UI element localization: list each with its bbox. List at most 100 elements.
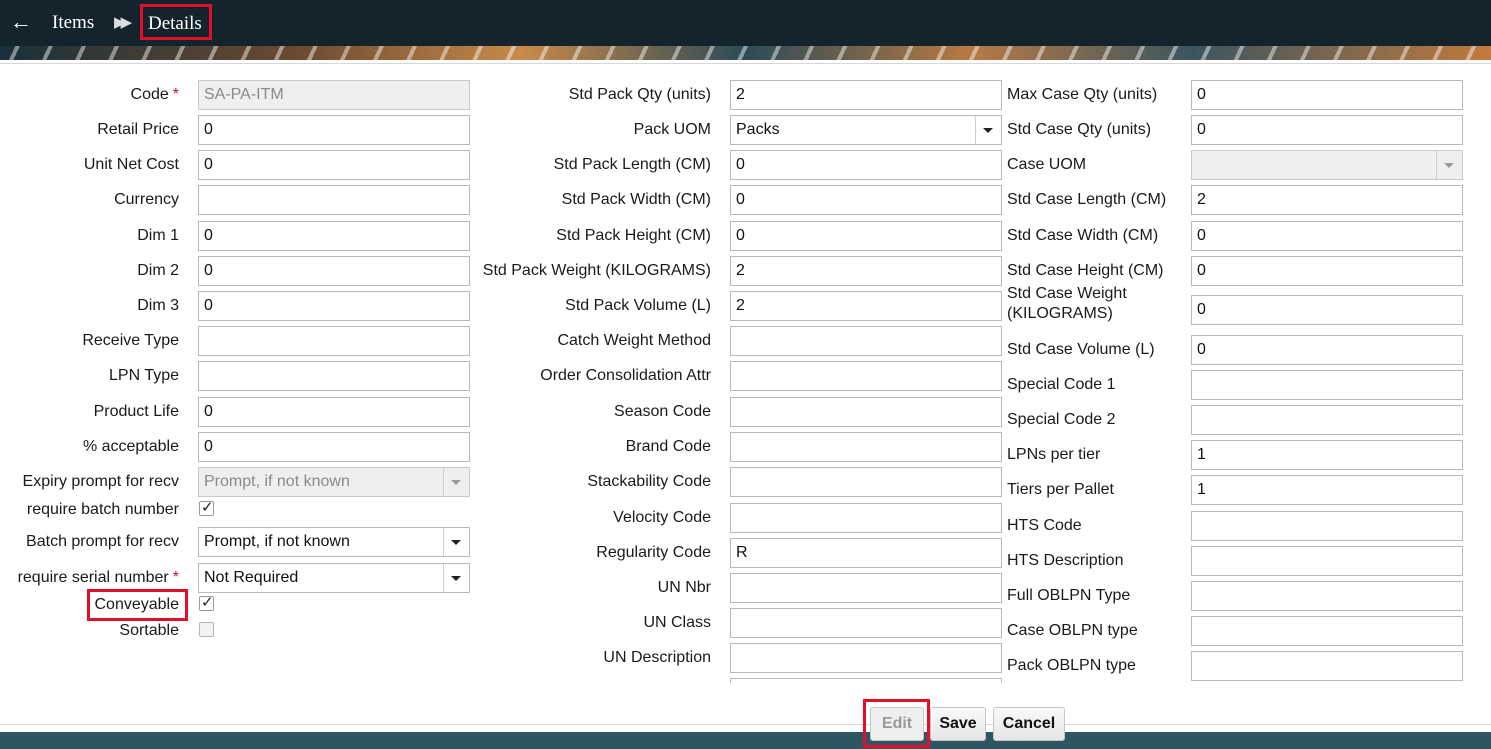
special-code-1-label: Special Code 1 [1007, 375, 1116, 395]
case-uom-select[interactable] [1191, 150, 1463, 180]
un-description-input[interactable] [730, 643, 1002, 673]
product-life-label-text: Product Life [93, 403, 179, 420]
hts-code-input[interactable] [1191, 511, 1463, 541]
std-case-height-cm-input[interactable] [1191, 256, 1463, 286]
season-code-input[interactable] [730, 397, 1002, 427]
acceptable-label-text: % acceptable [82, 438, 179, 455]
lpns-per-tier-label: LPNs per tier [1007, 445, 1100, 465]
order-consolidation-attr-input[interactable] [730, 361, 1002, 391]
un-description-label-text: UN Description [603, 649, 711, 666]
sortable-label: Sortable [119, 621, 179, 641]
tiers-per-pallet-input[interactable] [1191, 475, 1463, 505]
product-life-input[interactable] [198, 397, 470, 427]
require-serial-number-label-text: require serial number [17, 569, 169, 586]
expiry-prompt-for-recv-label-text: Expiry prompt for recv [22, 473, 179, 490]
order-consolidation-attr-label: Order Consolidation Attr [540, 366, 711, 386]
chevron-down-icon[interactable] [975, 116, 1001, 144]
chevron-down-icon[interactable] [443, 468, 469, 496]
full-oblpn-type-input[interactable] [1191, 581, 1463, 611]
special-code-1-input[interactable] [1191, 370, 1463, 400]
std-pack-volume-l-label: Std Pack Volume (L) [565, 296, 711, 316]
std-case-volume-l-input[interactable] [1191, 335, 1463, 365]
code-input[interactable] [198, 80, 470, 110]
required-marker: * [172, 569, 179, 586]
velocity-code-input[interactable] [730, 503, 1002, 533]
dim-1-input[interactable] [198, 221, 470, 251]
footer-bar [0, 732, 1491, 749]
breadcrumb-details: Details [148, 13, 202, 34]
std-pack-width-cm-input[interactable] [730, 185, 1002, 215]
edit-button[interactable]: Edit [870, 707, 924, 741]
retail-price-label-text: Retail Price [97, 121, 179, 138]
chevron-down-icon[interactable] [443, 564, 469, 592]
dim-3-input[interactable] [198, 291, 470, 321]
pack-uom-label: Pack UOM [634, 120, 711, 140]
require-serial-number-select[interactable]: Not Required [198, 563, 470, 593]
conveyable-checkbox[interactable] [199, 593, 214, 611]
stackability-code-input[interactable] [730, 467, 1002, 497]
un-class-input[interactable] [730, 608, 1002, 638]
expiry-prompt-for-recv-select[interactable]: Prompt, if not known [198, 467, 470, 497]
dim-2-input[interactable] [198, 256, 470, 286]
std-pack-qty-units-label-text: Std Pack Qty (units) [568, 86, 711, 103]
std-pack-length-cm-label-text: Std Pack Length (CM) [553, 156, 711, 173]
un-class-label: UN Class [643, 613, 711, 633]
std-case-weight-kilograms-label-text: Std Case Weight (KILOGRAMS) [1007, 285, 1127, 322]
std-pack-length-cm-label: Std Pack Length (CM) [554, 155, 711, 175]
retail-price-input[interactable] [198, 115, 470, 145]
catch-weight-method-input[interactable] [730, 326, 1002, 356]
lpn-type-input[interactable] [198, 361, 470, 391]
un-nbr-label: UN Nbr [658, 578, 711, 598]
max-case-qty-units-label-text: Max Case Qty (units) [1007, 86, 1158, 103]
pack-uom-selected-value: Packs [736, 121, 780, 138]
std-case-width-cm-input[interactable] [1191, 221, 1463, 251]
require-serial-number-label: require serial number * [18, 568, 179, 588]
std-pack-weight-kilograms-input[interactable] [730, 256, 1002, 286]
std-case-qty-units-label: Std Case Qty (units) [1007, 120, 1151, 140]
std-pack-height-cm-label: Std Pack Height (CM) [556, 226, 711, 246]
std-pack-length-cm-input[interactable] [730, 150, 1002, 180]
std-case-qty-units-input[interactable] [1191, 115, 1463, 145]
std-case-width-cm-label: Std Case Width (CM) [1007, 226, 1158, 246]
std-pack-height-cm-input[interactable] [730, 221, 1002, 251]
batch-prompt-for-recv-select[interactable]: Prompt, if not known [198, 527, 470, 557]
std-case-weight-kilograms-input[interactable] [1191, 295, 1463, 325]
save-button[interactable]: Save [930, 707, 986, 741]
std-pack-qty-units-label: Std Pack Qty (units) [569, 85, 711, 105]
code-label-text: Code [130, 86, 169, 103]
std-pack-volume-l-label-text: Std Pack Volume (L) [565, 297, 711, 314]
lpns-per-tier-input[interactable] [1191, 440, 1463, 470]
max-case-qty-units-input[interactable] [1191, 80, 1463, 110]
std-pack-volume-l-input[interactable] [730, 291, 1002, 321]
brand-code-label-text: Brand Code [625, 438, 711, 455]
receive-type-input[interactable] [198, 326, 470, 356]
arrow-left-icon[interactable]: ← [10, 11, 32, 33]
brand-code-input[interactable] [730, 432, 1002, 462]
double-chevron-right-icon: ▶▶ [114, 14, 132, 31]
require-batch-number-checkbox[interactable] [199, 498, 214, 516]
receive-type-label: Receive Type [82, 331, 179, 351]
pack-uom-select[interactable]: Packs [730, 115, 1002, 145]
regularity-code-input[interactable] [730, 538, 1002, 568]
breadcrumb-items[interactable]: Items [52, 12, 94, 34]
special-code-2-input[interactable] [1191, 405, 1463, 435]
velocity-code-label: Velocity Code [613, 508, 711, 528]
unit-net-cost-input[interactable] [198, 150, 470, 180]
chevron-down-icon[interactable] [1436, 151, 1462, 179]
sortable-checkbox[interactable] [199, 622, 214, 637]
hts-description-input[interactable] [1191, 546, 1463, 576]
pack-oblpn-type-label: Pack OBLPN type [1007, 656, 1136, 676]
std-case-length-cm-input[interactable] [1191, 185, 1463, 215]
pack-oblpn-type-input[interactable] [1191, 651, 1463, 681]
case-oblpn-type-input[interactable] [1191, 616, 1463, 646]
std-case-height-cm-label-text: Std Case Height (CM) [1007, 262, 1164, 279]
cancel-button[interactable]: Cancel [993, 707, 1065, 741]
un-nbr-input[interactable] [730, 573, 1002, 603]
std-pack-qty-units-input[interactable] [730, 80, 1002, 110]
std-pack-weight-kilograms-label-text: Std Pack Weight (KILOGRAMS) [482, 262, 711, 279]
receive-type-label-text: Receive Type [82, 332, 179, 349]
chevron-down-icon[interactable] [443, 528, 469, 556]
currency-input[interactable] [198, 185, 470, 215]
full-oblpn-type-label: Full OBLPN Type [1007, 586, 1130, 606]
acceptable-input[interactable] [198, 432, 470, 462]
